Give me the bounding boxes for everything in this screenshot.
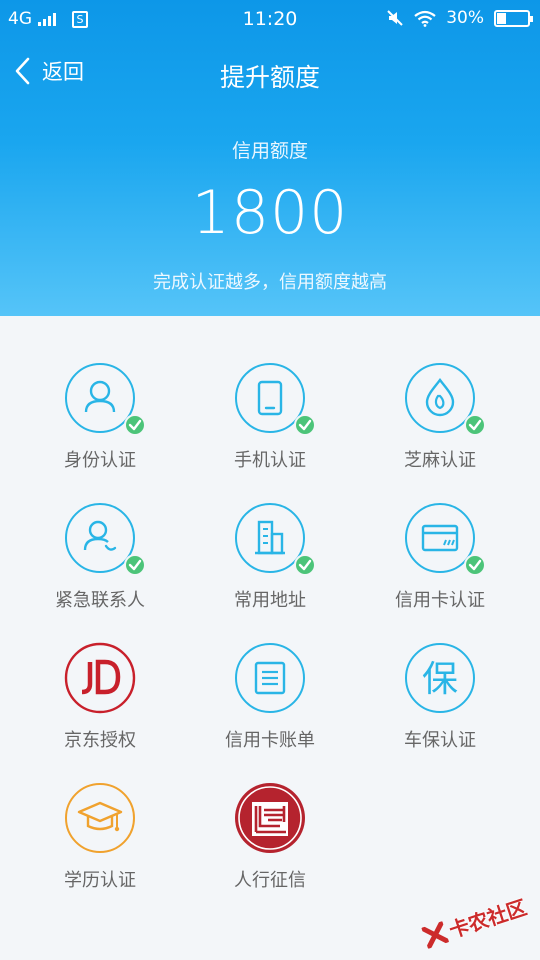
- insurance-glyph: 保: [422, 659, 458, 700]
- check-icon: [124, 414, 146, 436]
- credit-label: 信用额度: [231, 140, 308, 162]
- check-icon: [294, 554, 316, 576]
- cell-label: 常用地址: [234, 590, 306, 611]
- graduation-cap-icon: [65, 783, 135, 853]
- verify-address[interactable]: 常用地址: [185, 486, 355, 626]
- verify-education[interactable]: 学历认证: [15, 766, 185, 906]
- verify-pboc-credit[interactable]: 人行征信: [185, 766, 355, 906]
- nav-bar: 返回 提升额度: [0, 38, 540, 110]
- check-icon: [124, 554, 146, 576]
- pboc-logo: [235, 783, 305, 853]
- wifi-icon: [414, 10, 436, 27]
- watermark-logo: [421, 920, 449, 949]
- verify-emergency-contact[interactable]: 紧急联系人: [15, 486, 185, 626]
- insurance-icon: 保: [405, 643, 475, 713]
- battery-icon: [494, 9, 533, 27]
- cell-label: 信用卡账单: [225, 730, 315, 751]
- verify-sesame[interactable]: 芝麻认证: [355, 346, 525, 486]
- jd-logo: [64, 642, 136, 714]
- credit-hint: 完成认证越多，信用额度越高: [153, 272, 387, 293]
- cell-label: 学历认证: [64, 870, 136, 891]
- cell-label: 京东授权: [64, 730, 136, 751]
- check-icon: [464, 554, 486, 576]
- cell-label: 手机认证: [234, 450, 306, 471]
- battery-percent: 30%: [446, 8, 484, 28]
- cell-label: 信用卡认证: [395, 590, 485, 611]
- cell-label: 人行征信: [234, 870, 306, 891]
- cell-label: 芝麻认证: [404, 450, 476, 471]
- check-icon: [464, 414, 486, 436]
- cell-label: 车保认证: [404, 730, 476, 751]
- page-title: 提升额度: [219, 63, 320, 92]
- verify-phone[interactable]: 手机认证: [185, 346, 355, 486]
- cell-label: 身份认证: [64, 450, 136, 471]
- status-bar: 4G S 11:20 30%: [0, 0, 540, 38]
- verify-card-bill[interactable]: 信用卡账单: [185, 626, 355, 766]
- authorize-jd[interactable]: 京东授权: [15, 626, 185, 766]
- credit-value: 1800: [191, 178, 349, 248]
- verification-grid: 身份认证 手机认证 芝麻认证 紧急联系人 常用地址 信用卡认证 京东授权 信用卡…: [15, 346, 525, 906]
- header-banner: 4G S 11:20 30% 返回 提升额度 信用额度 1800 完成认证越多，…: [0, 0, 540, 316]
- bill-icon: [235, 643, 305, 713]
- cell-label: 紧急联系人: [55, 590, 145, 611]
- verify-identity[interactable]: 身份认证: [15, 346, 185, 486]
- check-icon: [294, 414, 316, 436]
- mute-icon: [387, 10, 403, 26]
- verify-car-insurance[interactable]: 保 车保认证: [355, 626, 525, 766]
- verify-credit-card[interactable]: 信用卡认证: [355, 486, 525, 626]
